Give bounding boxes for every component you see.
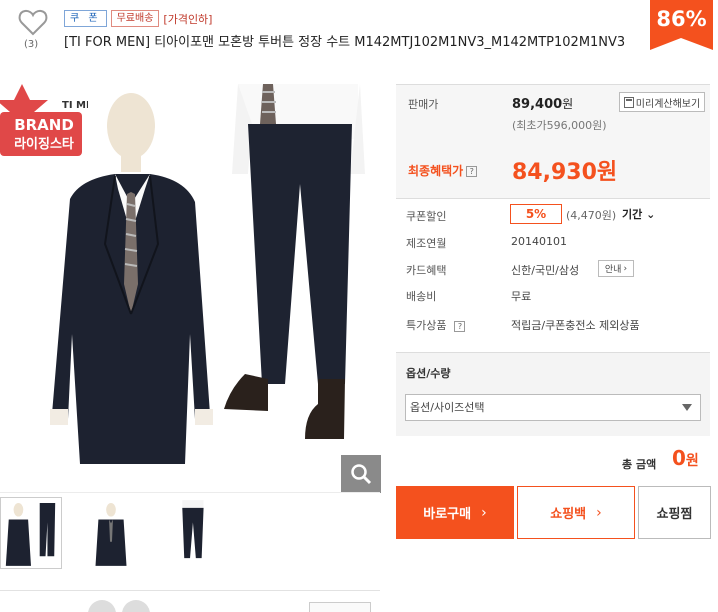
thumbnail-3[interactable] (160, 497, 222, 569)
product-title: [TI FOR MEN] 티아이포맨 모혼방 투버튼 정장 수트 M142MTJ… (64, 35, 626, 50)
period-toggle[interactable]: 기간 ⌄ (622, 206, 655, 222)
coupon-discount-label: 쿠폰할인 (406, 210, 447, 223)
total-value: 0 (672, 446, 686, 470)
free-shipping-badge: 무료배송 (110, 10, 160, 27)
brand-badge-line1: BRAND (14, 116, 74, 134)
sale-price: 89,400원 (512, 95, 573, 112)
total-label: 총 금액 (622, 458, 657, 471)
share-icon[interactable] (122, 600, 150, 612)
total-unit: 원 (685, 453, 699, 469)
period-label: 기간 (622, 208, 643, 221)
calculate-button-label: 미리계산해보기 (635, 98, 701, 110)
option-select[interactable]: 옵션/사이즈선택 (405, 394, 701, 421)
divider (0, 590, 380, 591)
like-count: (3) (24, 39, 39, 50)
shipping-value: 무료 (511, 290, 532, 303)
total-amount: 0원 (672, 446, 699, 470)
coupon-amount: (4,470원) (566, 209, 617, 222)
manufacture-date-label: 제조연월 (406, 237, 447, 250)
magnifier-icon (351, 464, 372, 485)
final-price-label-text: 최종혜택가 (408, 164, 464, 178)
thumbnail-1[interactable] (0, 497, 62, 569)
thumbnail-2[interactable] (80, 497, 142, 569)
coupon-percent: 5% (510, 204, 562, 224)
calculator-icon (623, 96, 634, 108)
chevron-right-icon: › (596, 504, 602, 521)
shopping-bag-label: 쇼핑백 (550, 507, 587, 522)
help-icon[interactable]: ? (466, 166, 478, 177)
product-badges: 쿠 폰 무료배송 [가격인하] (64, 10, 212, 27)
discount-badge: 86% (650, 0, 713, 50)
sale-price-label: 판매가 (408, 98, 439, 111)
special-product-label: 특가상품? (406, 317, 466, 333)
shipping-label: 배송비 (406, 290, 437, 303)
chevron-down-icon: ⌄ (646, 208, 656, 221)
partial-button[interactable] (309, 602, 371, 612)
brand-badge-line2: 라이징스타 (14, 136, 74, 152)
shopping-bag-button[interactable]: 쇼핑백 › (517, 486, 635, 539)
special-product-value: 적립금/쿠폰충전소 제외상품 (511, 319, 640, 332)
share-icon[interactable] (88, 600, 116, 612)
share-icons (88, 600, 150, 612)
dropdown-arrow-icon (682, 404, 692, 411)
calculate-button[interactable]: 미리계산해보기 (619, 92, 705, 112)
option-title: 옵션/수량 (406, 367, 451, 380)
zoom-button[interactable] (341, 455, 381, 493)
card-benefit-value: 신한/국민/삼성 (511, 264, 580, 277)
card-benefit-label: 카드혜택 (406, 264, 447, 277)
thumbnail-strip (0, 497, 222, 569)
chevron-right-icon: › (623, 263, 628, 274)
divider (0, 492, 380, 493)
original-price: (최초가596,000원) (512, 119, 607, 132)
card-info-label: 안내 (604, 265, 622, 275)
brand-logo-partial: TI MEN (62, 100, 88, 111)
buy-now-button[interactable]: 바로구매 › (396, 486, 514, 539)
sale-price-value: 89,400 (512, 97, 563, 112)
coupon-badge: 쿠 폰 (64, 10, 107, 27)
buy-now-label: 바로구매 (423, 507, 472, 522)
heart-icon[interactable] (17, 6, 49, 38)
manufacture-date-value: 20140101 (511, 235, 567, 248)
sale-price-unit: 원 (562, 97, 574, 111)
wishlist-button[interactable]: 쇼핑찜 (638, 486, 711, 539)
final-price: 84,930원 (512, 160, 618, 185)
special-product-label-text: 특가상품 (406, 319, 447, 332)
chevron-right-icon: › (481, 504, 487, 521)
trousers-figure (224, 84, 365, 439)
brand-rising-star-badge: BRAND 라이징스타 TI MEN (0, 84, 88, 156)
price-down-badge: [가격인하] (163, 12, 213, 26)
card-info-button[interactable]: 안내 › (598, 260, 634, 277)
wishlist-label: 쇼핑찜 (656, 507, 693, 522)
discount-text: 86% (656, 7, 707, 31)
help-icon[interactable]: ? (454, 320, 466, 332)
final-price-label: 최종혜택가? (408, 162, 478, 179)
